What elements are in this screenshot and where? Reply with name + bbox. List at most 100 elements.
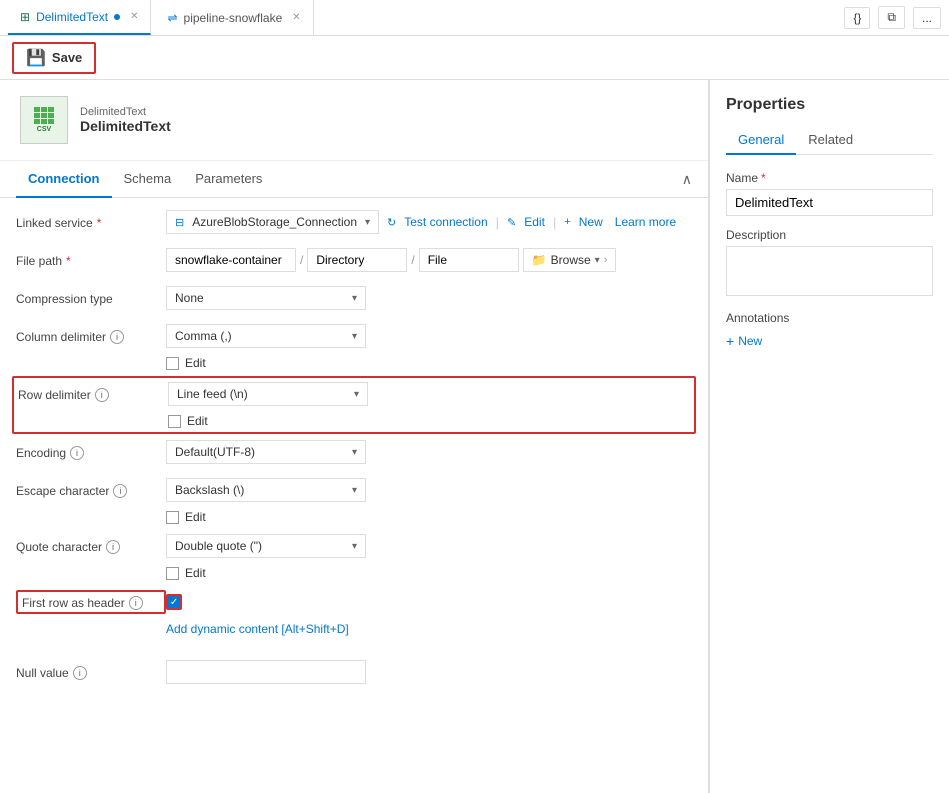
linked-service-select[interactable]: ⊟ AzureBlobStorage_Connection ▾ <box>166 210 379 234</box>
edit-icon: ✎ <box>507 216 516 229</box>
browse-chevron-icon: ▾ <box>595 255 600 266</box>
row-delimiter-value: Line feed (\n) <box>177 387 248 401</box>
linked-service-row-inner: ⊟ AzureBlobStorage_Connection ▾ ↻ Test c… <box>166 210 692 234</box>
csv-tab-icon: ⊞ <box>20 10 30 24</box>
tab-schema[interactable]: Schema <box>112 161 184 198</box>
toolbar-right: {} ⧉ ... <box>844 6 941 29</box>
tab-general[interactable]: General <box>726 126 796 155</box>
save-button[interactable]: 💾 Save <box>12 42 96 74</box>
escape-character-value: Backslash (\) <box>175 483 244 497</box>
tab-dot-delimited <box>114 14 120 20</box>
first-row-info-icon[interactable]: i <box>129 596 143 610</box>
tab-delimited[interactable]: ⊞ DelimitedText ✕ <box>8 0 151 35</box>
tab-related[interactable]: Related <box>796 126 865 155</box>
file-input[interactable] <box>419 248 519 272</box>
browse-button[interactable]: 📁 Browse ▾ › <box>523 248 617 272</box>
name-field-label: Name * <box>726 171 933 185</box>
top-bar: ⊞ DelimitedText ✕ ⇌ pipeline-snowflake ✕… <box>0 0 949 36</box>
row-delimiter-edit-label: Edit <box>187 414 208 428</box>
column-delimiter-info-icon[interactable]: i <box>110 330 124 344</box>
encoding-row: Encoding i Default(UTF-8) ▾ <box>16 440 692 468</box>
escape-character-chevron-icon: ▾ <box>352 485 357 496</box>
name-input[interactable] <box>726 189 933 216</box>
null-value-label: Null value i <box>16 660 166 680</box>
directory-input[interactable] <box>307 248 407 272</box>
save-icon: 💾 <box>26 48 46 68</box>
compression-chevron-icon: ▾ <box>352 293 357 304</box>
linked-service-value: AzureBlobStorage_Connection <box>192 215 357 229</box>
first-row-header-field: ✓ <box>166 590 692 610</box>
dataset-info: DelimitedText DelimitedText <box>80 106 171 134</box>
escape-character-edit-checkbox[interactable] <box>166 511 179 524</box>
container-input[interactable] <box>166 248 296 272</box>
tab-label-delimited: DelimitedText <box>36 10 108 24</box>
learn-more-link[interactable]: Learn more <box>615 215 676 229</box>
main-layout: CSV DelimitedText DelimitedText Connecti… <box>0 80 949 793</box>
tab-close-delimited[interactable]: ✕ <box>130 11 138 22</box>
linked-service-required: * <box>97 216 102 230</box>
encoding-info-icon[interactable]: i <box>70 446 84 460</box>
column-delimiter-edit-label: Edit <box>185 356 206 370</box>
compression-type-label: Compression type <box>16 286 166 306</box>
escape-character-edit-row: Edit <box>166 510 692 524</box>
new-link[interactable]: New <box>579 215 603 229</box>
copy-button[interactable]: ⧉ <box>878 6 905 29</box>
file-path-field: / / 📁 Browse ▾ › <box>166 248 692 272</box>
row-delimiter-edit-row: Edit <box>168 414 690 428</box>
row-delimiter-edit-checkbox[interactable] <box>168 415 181 428</box>
browse-label: Browse <box>551 253 591 267</box>
quote-character-edit-checkbox[interactable] <box>166 567 179 580</box>
escape-character-select[interactable]: Backslash (\) ▾ <box>166 478 366 502</box>
quote-character-select[interactable]: Double quote (") ▾ <box>166 534 366 558</box>
row-delimiter-row: Row delimiter i Line feed (\n) ▾ Edit <box>12 376 696 434</box>
form-body: Linked service * ⊟ AzureBlobStorage_Conn… <box>0 198 708 710</box>
code-button[interactable]: {} <box>844 7 870 29</box>
tab-parameters[interactable]: Parameters <box>183 161 274 198</box>
linked-service-field: ⊟ AzureBlobStorage_Connection ▾ ↻ Test c… <box>166 210 692 234</box>
dynamic-content-link[interactable]: Add dynamic content [Alt+Shift+D] <box>166 622 349 636</box>
quote-character-label: Quote character i <box>16 534 166 554</box>
column-delimiter-edit-checkbox[interactable] <box>166 357 179 370</box>
row-delimiter-select[interactable]: Line feed (\n) ▾ <box>168 382 368 406</box>
escape-character-row: Escape character i Backslash (\) ▾ Edit <box>16 478 692 524</box>
compression-type-row: Compression type None ▾ <box>16 286 692 314</box>
compression-type-value: None <box>175 291 204 305</box>
properties-title: Properties <box>726 96 933 114</box>
encoding-select[interactable]: Default(UTF-8) ▾ <box>166 440 366 464</box>
first-row-header-label: First row as header i <box>16 590 166 614</box>
dataset-icon: CSV <box>20 96 68 144</box>
dynamic-content-row: Add dynamic content [Alt+Shift+D] <box>166 622 692 650</box>
first-row-header-checkbox[interactable]: ✓ <box>166 594 182 610</box>
tab-connection[interactable]: Connection <box>16 161 112 198</box>
linked-service-row: Linked service * ⊟ AzureBlobStorage_Conn… <box>16 210 692 238</box>
quote-character-info-icon[interactable]: i <box>106 540 120 554</box>
tab-close-pipeline[interactable]: ✕ <box>292 12 300 23</box>
escape-character-edit-label: Edit <box>185 510 206 524</box>
test-connection-link[interactable]: Test connection <box>404 215 487 229</box>
left-panel: CSV DelimitedText DelimitedText Connecti… <box>0 80 709 793</box>
more-button[interactable]: ... <box>913 7 941 29</box>
csv-grid <box>34 107 54 124</box>
escape-character-info-icon[interactable]: i <box>113 484 127 498</box>
row-delimiter-label: Row delimiter i <box>18 382 168 402</box>
column-delimiter-edit-row: Edit <box>166 356 692 370</box>
description-textarea[interactable] <box>726 246 933 296</box>
column-delimiter-label: Column delimiter i <box>16 324 166 344</box>
filepath-row: / / 📁 Browse ▾ › <box>166 248 692 272</box>
null-value-info-icon[interactable]: i <box>73 666 87 680</box>
compression-type-field: None ▾ <box>166 286 692 310</box>
quote-character-edit-row: Edit <box>166 566 692 580</box>
column-delimiter-select[interactable]: Comma (,) ▾ <box>166 324 366 348</box>
null-value-input[interactable] <box>166 660 366 684</box>
add-annotation-button[interactable]: + New <box>726 333 762 349</box>
encoding-value: Default(UTF-8) <box>175 445 255 459</box>
compression-type-select[interactable]: None ▾ <box>166 286 366 310</box>
edit-link[interactable]: Edit <box>524 215 545 229</box>
quote-character-field: Double quote (") ▾ Edit <box>166 534 692 580</box>
plus-icon: + <box>726 333 734 349</box>
section-tabs: Connection Schema Parameters ∧ <box>0 161 708 198</box>
column-delimiter-chevron-icon: ▾ <box>352 331 357 342</box>
tab-pipeline[interactable]: ⇌ pipeline-snowflake ✕ <box>155 0 313 35</box>
row-delimiter-info-icon[interactable]: i <box>95 388 109 402</box>
collapse-button[interactable]: ∧ <box>682 171 692 188</box>
